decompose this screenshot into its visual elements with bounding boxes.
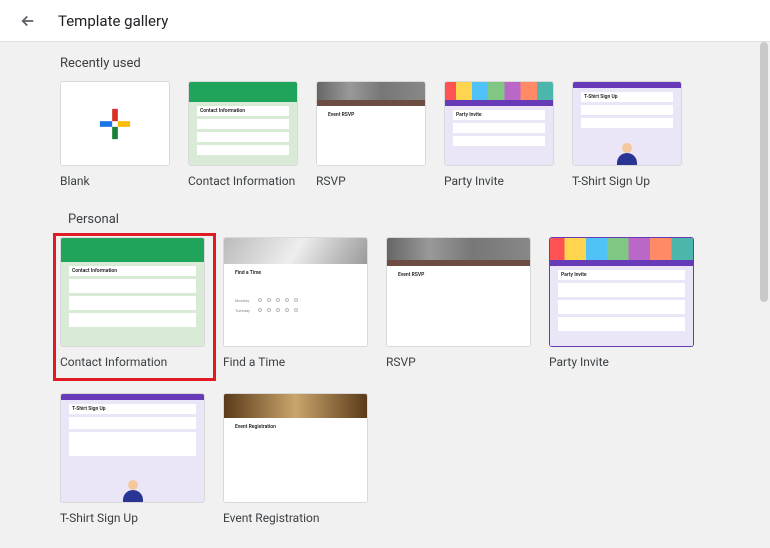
template-label: T-Shirt Sign Up [572, 174, 682, 188]
recent-row: Blank Contact Information Contact Inform… [60, 81, 710, 188]
personal-row-2: T-Shirt Sign Up T-Shirt Sign Up Event Re… [60, 393, 710, 525]
template-find-a-time[interactable]: Find a TimeMondayTuesday Find a Time [223, 237, 368, 369]
arrow-left-icon [19, 12, 37, 30]
template-thumb [60, 81, 170, 166]
template-label: Contact Information [60, 355, 205, 369]
section-label-personal: Personal [68, 212, 710, 227]
template-thumb: T-Shirt Sign Up [572, 81, 682, 166]
template-thumb: Contact Information [188, 81, 298, 166]
template-tshirt[interactable]: T-Shirt Sign Up T-Shirt Sign Up [572, 81, 682, 188]
template-contact-info[interactable]: Contact Information Contact Information [188, 81, 298, 188]
template-thumb: Event RSVP [386, 237, 531, 347]
template-label: Party Invite [549, 355, 694, 369]
template-thumb: Party Invite [444, 81, 554, 166]
template-label: T-Shirt Sign Up [60, 511, 205, 525]
page-title: Template gallery [58, 12, 168, 30]
template-label: Event Registration [223, 511, 368, 525]
template-thumb: Event Registration [223, 393, 368, 503]
template-label: Blank [60, 174, 170, 188]
template-contact-info[interactable]: Contact Information Contact Information [60, 237, 205, 369]
template-thumb: Party Invite [549, 237, 694, 347]
template-event-registration[interactable]: Event Registration Event Registration [223, 393, 368, 525]
template-thumb: Contact Information [60, 237, 205, 347]
app-header: Template gallery [0, 0, 770, 42]
content-area: Recently used Blank Contact Information … [0, 42, 770, 548]
back-button[interactable] [14, 7, 42, 35]
template-thumb: Find a TimeMondayTuesday [223, 237, 368, 347]
template-thumb: Event RSVP [316, 81, 426, 166]
template-label: Party Invite [444, 174, 554, 188]
template-label: RSVP [316, 174, 426, 188]
section-label-recent: Recently used [60, 56, 710, 71]
template-label: Contact Information [188, 174, 298, 188]
plus-icon [98, 107, 132, 141]
template-tshirt[interactable]: T-Shirt Sign Up T-Shirt Sign Up [60, 393, 205, 525]
template-thumb: T-Shirt Sign Up [60, 393, 205, 503]
template-blank[interactable]: Blank [60, 81, 170, 188]
avatar-icon [617, 153, 637, 165]
template-party-invite[interactable]: Party Invite Party Invite [549, 237, 694, 369]
scrollbar[interactable] [760, 42, 768, 548]
template-rsvp[interactable]: Event RSVP RSVP [386, 237, 531, 369]
template-label: Find a Time [223, 355, 368, 369]
template-label: RSVP [386, 355, 531, 369]
template-rsvp[interactable]: Event RSVP RSVP [316, 81, 426, 188]
template-party-invite[interactable]: Party Invite Party Invite [444, 81, 554, 188]
avatar-icon [123, 490, 143, 502]
personal-row-1: Contact Information Contact Information … [60, 237, 710, 369]
scrollbar-thumb[interactable] [760, 42, 768, 302]
